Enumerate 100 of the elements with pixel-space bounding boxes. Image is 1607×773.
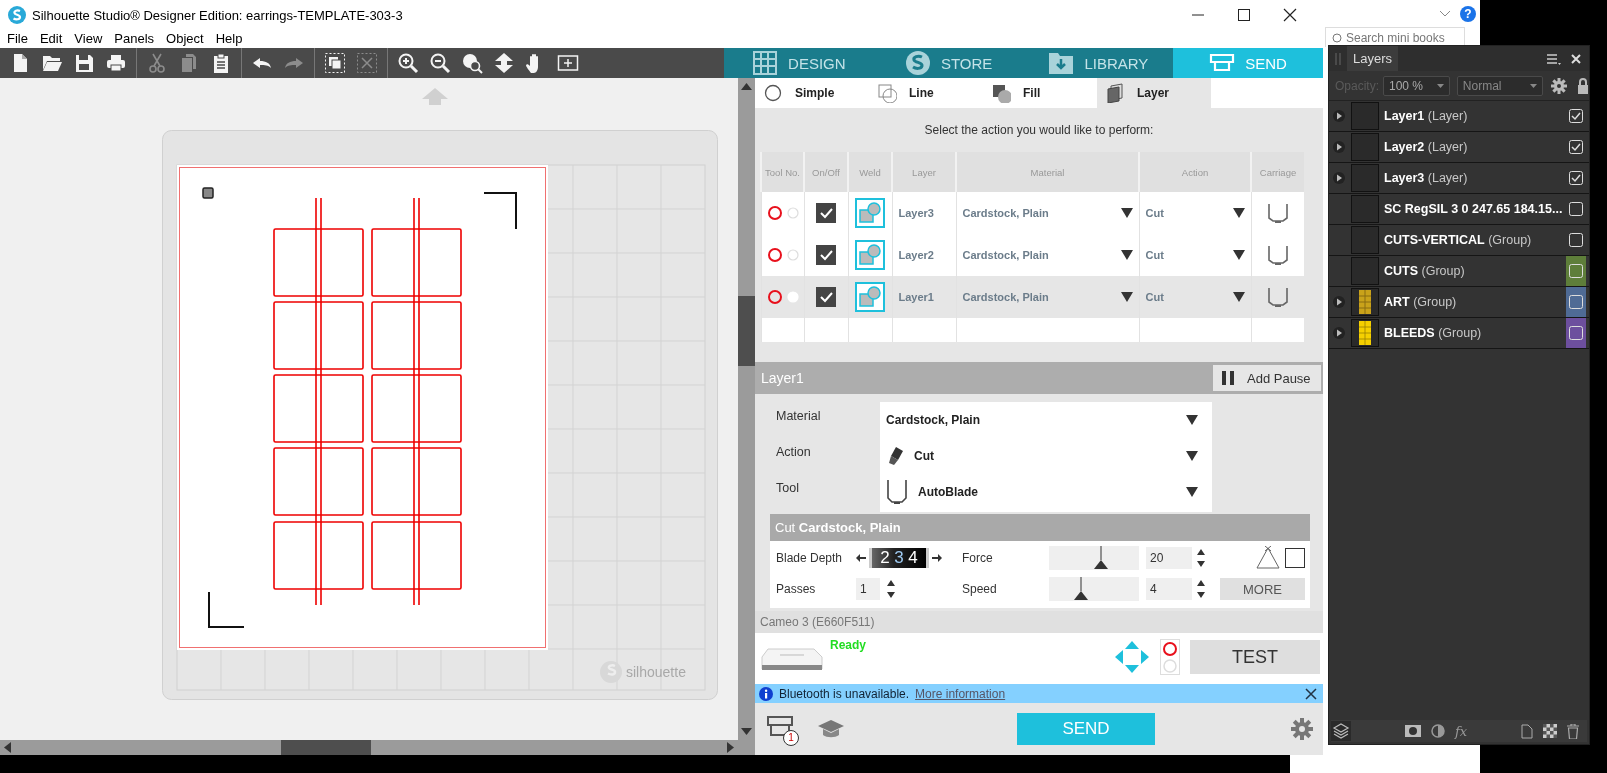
option-tab[interactable]: Layer <box>1097 78 1211 108</box>
option-tab[interactable]: Fill <box>983 78 1097 108</box>
tool-ring-icon[interactable] <box>1162 640 1178 657</box>
up-down-arrow-icon[interactable] <box>493 52 515 74</box>
menu-item[interactable]: View <box>68 30 109 48</box>
layer-row[interactable]: Layer2 (Layer) <box>1329 132 1589 163</box>
carriage-icon <box>1266 243 1289 267</box>
checker-icon[interactable] <box>1543 724 1557 738</box>
fx-button[interactable]: fx <box>1454 723 1468 739</box>
layer-row[interactable]: ART (Group) <box>1329 287 1589 318</box>
blade-depth-dial[interactable]: 2 3 4 <box>869 547 929 568</box>
layer-row[interactable]: Layer1 (Layer) <box>1329 101 1589 132</box>
menu-item[interactable]: File <box>1 30 34 48</box>
left-arrow-icon[interactable] <box>856 552 866 563</box>
layer-name: Layer1 (Layer) <box>1384 109 1469 123</box>
action-dropdown[interactable]: Cut <box>880 438 1212 474</box>
opacity-dropdown[interactable]: 100 % <box>1383 75 1450 96</box>
group-icon[interactable] <box>324 52 346 74</box>
chevron-down-icon[interactable] <box>1440 10 1450 17</box>
test-button[interactable]: TEST <box>1190 640 1320 674</box>
slider-track[interactable] <box>1049 545 1139 570</box>
field-label: Action <box>776 444 812 461</box>
machine-queue-button[interactable]: 1 <box>765 714 797 744</box>
slider-thumb[interactable] <box>1073 577 1090 601</box>
mode-tab[interactable]: LIBRARY <box>1023 48 1174 78</box>
zoom-selection-icon[interactable] <box>461 52 483 74</box>
maximize-icon[interactable] <box>1237 8 1251 22</box>
column-header: Weld <box>848 152 892 192</box>
option-tab[interactable]: Line <box>869 78 983 108</box>
menu-item[interactable]: Help <box>209 30 249 48</box>
adjustment-icon[interactable] <box>1430 724 1445 738</box>
tool-ring-icon[interactable] <box>766 205 783 221</box>
save-icon[interactable] <box>73 52 95 74</box>
close-icon[interactable] <box>1283 8 1297 22</box>
menu-item[interactable]: Panels <box>108 30 161 48</box>
caret-icon <box>1120 208 1133 218</box>
panel-tab[interactable]: Layers <box>1347 46 1399 71</box>
layer-name: CUTS (Group) <box>1384 264 1466 278</box>
pause-icon <box>1221 370 1235 386</box>
close-icon[interactable] <box>1305 687 1317 700</box>
layer-row[interactable]: SC RegSIL 3 0 247.65 184.15... <box>1329 194 1589 225</box>
lock-icon[interactable] <box>1577 77 1589 94</box>
slider-thumb[interactable] <box>1093 545 1110 570</box>
spinner-icon[interactable] <box>886 578 896 600</box>
tool-dropdown[interactable]: AutoBlade <box>880 474 1212 510</box>
registration-mark <box>202 187 214 199</box>
scrollbar[interactable] <box>0 740 738 755</box>
status-text: Ready <box>830 638 867 652</box>
grip-icon[interactable] <box>1335 52 1341 65</box>
checkbox[interactable] <box>1285 547 1305 568</box>
menu-item[interactable]: Object <box>160 30 210 48</box>
window-title: Silhouette Studio® Designer Edition: earrings-TEMPLATE-303-3 <box>32 7 403 23</box>
material-dropdown[interactable]: Cardstock, Plain <box>880 402 1212 438</box>
checkbox[interactable] <box>816 245 836 265</box>
layer-row[interactable]: Layer3 (Layer) <box>1329 163 1589 194</box>
panel-menu-icon[interactable] <box>1547 52 1561 65</box>
table-row[interactable]: Layer3 Cardstock, Plain Cut <box>761 192 1304 234</box>
scrollbar[interactable] <box>738 78 755 740</box>
settings-icon[interactable] <box>1291 718 1313 740</box>
checkbox[interactable] <box>816 203 836 223</box>
cutter-machine-icon <box>760 645 824 673</box>
brand-text: silhouette <box>626 664 686 680</box>
layer-row[interactable]: CUTS (Group) <box>1329 256 1589 287</box>
slider-track[interactable] <box>1049 577 1139 601</box>
caret-icon <box>1120 250 1133 260</box>
checkbox[interactable] <box>816 287 836 307</box>
zoom-out-icon[interactable] <box>429 52 451 74</box>
layer-row[interactable]: CUTS-VERTICAL (Group) <box>1329 225 1589 256</box>
print-icon[interactable] <box>105 52 127 74</box>
mask-icon[interactable] <box>1404 725 1421 737</box>
help-button[interactable]: ? <box>1460 5 1476 22</box>
fit-page-icon[interactable] <box>557 52 579 74</box>
blade-holder-icon <box>886 478 908 506</box>
tool-ring-icon[interactable] <box>766 247 783 263</box>
add-pause-button[interactable]: Add Pause <box>1213 365 1321 391</box>
scroll-thumb[interactable] <box>738 296 755 366</box>
new-page-icon[interactable] <box>1521 723 1533 739</box>
field-label: Tool <box>776 480 800 497</box>
tool-ring-icon[interactable] <box>766 289 783 305</box>
option-tab[interactable]: Simple <box>755 78 869 108</box>
spinner-icon[interactable] <box>1196 578 1206 600</box>
zoom-in-icon[interactable] <box>397 52 419 74</box>
right-arrow-icon[interactable] <box>932 552 942 563</box>
number-field[interactable]: 20 <box>1146 546 1192 569</box>
menu-item[interactable]: Edit <box>33 30 69 48</box>
mode-tab[interactable]: STORE <box>873 48 1024 78</box>
table-row[interactable]: Layer1 Cardstock, Plain Cut <box>761 276 1304 318</box>
layer-row[interactable]: BLEEDS (Group) <box>1329 318 1589 349</box>
layers-icon[interactable] <box>1331 721 1351 741</box>
table-row[interactable]: Layer2 Cardstock, Plain Cut <box>761 234 1304 276</box>
number-field[interactable]: 1 <box>856 578 880 600</box>
blend-mode-dropdown[interactable]: Normal <box>1456 75 1543 96</box>
trash-icon[interactable] <box>1567 723 1579 739</box>
caret-icon <box>1232 250 1245 260</box>
number-field[interactable]: 4 <box>1146 578 1192 600</box>
scroll-thumb[interactable] <box>281 740 371 755</box>
more-button[interactable]: MORE <box>1220 578 1305 600</box>
settings-icon[interactable] <box>1551 77 1567 94</box>
more-information-link[interactable]: More information <box>915 686 1006 701</box>
mode-tab[interactable]: DESIGN <box>724 48 874 78</box>
